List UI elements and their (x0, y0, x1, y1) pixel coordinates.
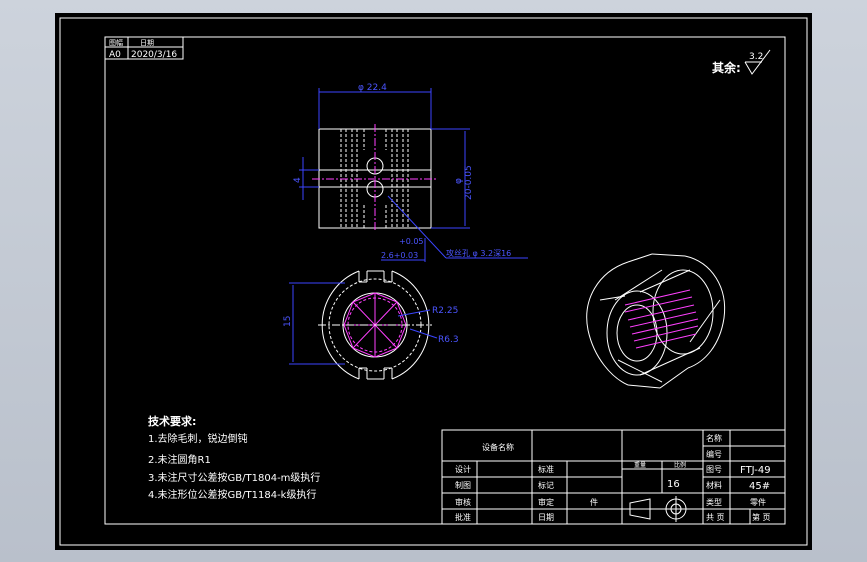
note-line-3: 3.未注尺寸公差按GB/T1804-m级执行 (148, 471, 320, 484)
dim-right-diameter: φ (454, 178, 464, 184)
tb-scale-mark: 件 (590, 497, 598, 507)
dim-top-width: φ 22.4 (358, 83, 387, 93)
tb-name-label: 设备名称 (482, 442, 514, 452)
tb-quantity: 16 (667, 479, 680, 490)
dim-left-height: 4 (293, 177, 303, 183)
tb-weight-label: 重量 (634, 461, 646, 469)
stamp-size: A0 (109, 50, 121, 60)
tb-code-label: 编号 (706, 449, 722, 459)
stamp-label-size: 图幅 (109, 38, 123, 47)
side-view (318, 270, 432, 380)
isometric-view (586, 253, 726, 389)
dim-hole-callout: 攻丝孔 φ 3.2深16 (446, 248, 511, 258)
tb-draw: 制图 (455, 480, 471, 490)
tb-page-1: 共 页 (706, 513, 725, 522)
stamp-label-date: 日期 (140, 39, 154, 47)
note-line-1: 1.去除毛刺，锐边倒钝 (148, 432, 248, 445)
roughness-value: 3.2 (749, 52, 763, 62)
tb-material-label: 材料 (706, 480, 722, 490)
front-dimensions: φ 22.4 4 φ 20-0.05 +0.05 2.6+0.03 攻丝孔 φ … (293, 83, 528, 262)
stamp-date: 2020/3/16 (131, 50, 177, 60)
tb-approve: 批准 (455, 512, 471, 522)
dim-tol-upper: +0.05 (399, 237, 424, 246)
tb-sign-2: 标记 (538, 480, 554, 490)
tb-material: 45# (749, 481, 770, 492)
tb-sign-1: 标准 (538, 464, 554, 474)
tb-figure-no: FTJ-49 (740, 465, 771, 476)
dim-radius-1: R2.25 (432, 306, 458, 316)
tb-unit-label: 类型 (706, 497, 722, 507)
dim-right-fit: 20-0.05 (464, 165, 474, 200)
tb-unit-value: 零件 (750, 497, 766, 507)
note-line-2: 2.未注圆角R1 (148, 453, 211, 466)
tb-page-2: 第 页 (752, 512, 771, 522)
notes-title: 技术要求: (148, 414, 196, 428)
tb-sign-4: 日期 (538, 513, 554, 522)
note-line-4: 4.未注形位公差按GB/T1184-k级执行 (148, 488, 316, 501)
dim-tol-value: 2.6+0.03 (381, 251, 418, 260)
surface-label: 其余: (712, 60, 741, 75)
dim-radius-2: R6.3 (438, 335, 459, 345)
tb-figure-no-label: 图号 (706, 465, 722, 474)
tb-sign-3: 审定 (538, 497, 554, 507)
front-view (312, 124, 437, 232)
drawing-canvas: 图幅 日期 A0 2020/3/16 其余: 3.2 φ 22.4 4 φ 20… (59, 17, 808, 546)
stamp-box: 图幅 日期 A0 2020/3/16 (104, 36, 184, 60)
tb-part-label: 名称 (706, 433, 722, 443)
inner-border (104, 36, 786, 525)
tb-ratio-label: 比例 (674, 461, 686, 469)
title-block: 设备名称 设计 制图 审核 批准 标准 标记 审定 日期 件 重量 比例 16 … (441, 429, 786, 525)
tb-check: 审核 (455, 497, 471, 507)
dim-side-height: 15 (283, 316, 293, 327)
technical-notes: 技术要求: 1.去除毛刺，锐边倒钝 2.未注圆角R1 3.未注尺寸公差按GB/T… (148, 414, 320, 501)
surface-roughness: 其余: 3.2 (712, 49, 771, 75)
tb-design: 设计 (455, 464, 471, 474)
